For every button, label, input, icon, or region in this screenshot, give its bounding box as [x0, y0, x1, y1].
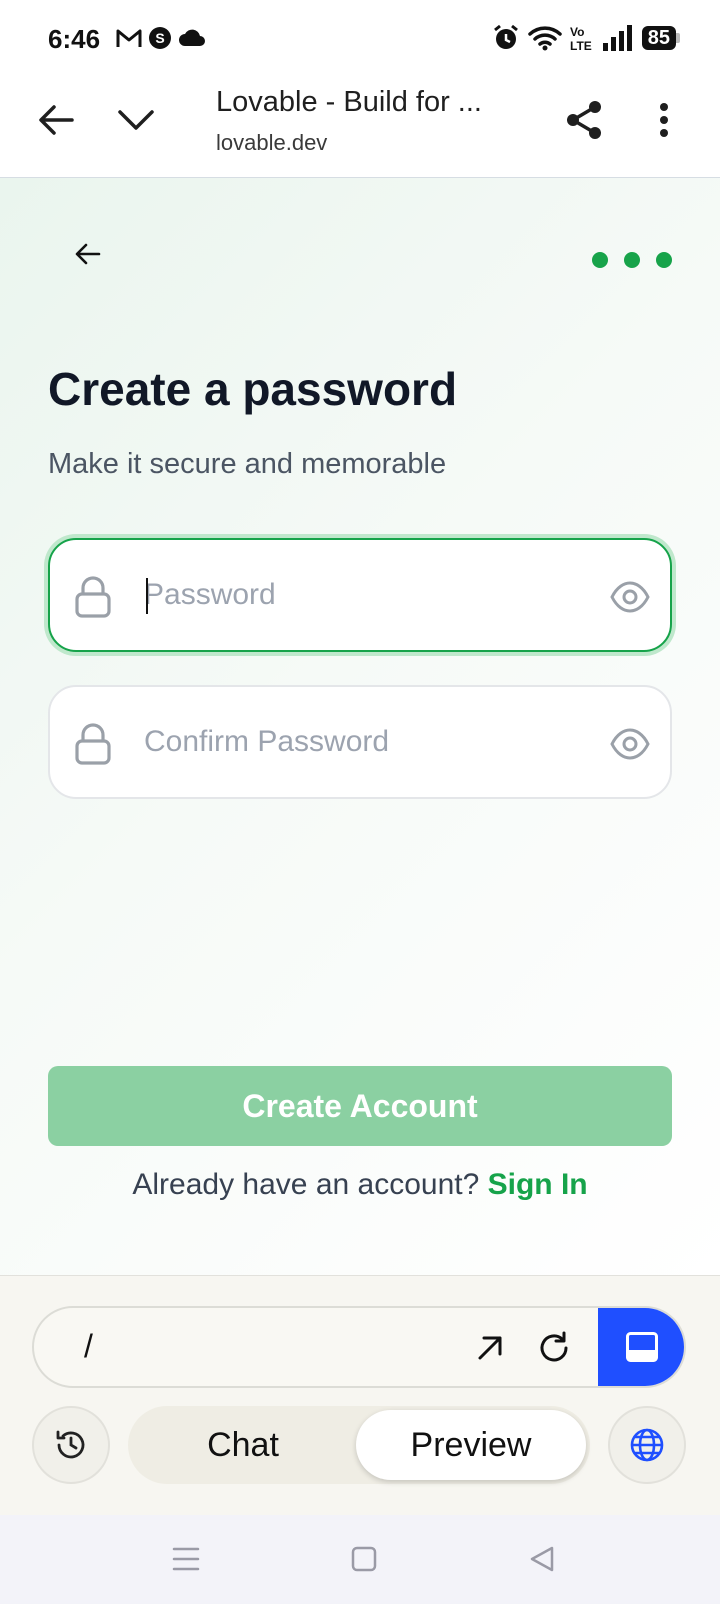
password-field[interactable] [48, 538, 672, 652]
more-options-button[interactable] [634, 90, 694, 150]
signal-icon [602, 25, 632, 51]
tab-preview[interactable]: Preview [356, 1410, 586, 1480]
route-bar[interactable]: / [32, 1306, 686, 1388]
text-cursor [146, 578, 148, 614]
route-path[interactable]: / [84, 1328, 93, 1365]
history-icon [56, 1430, 85, 1459]
arrow-left-icon [75, 243, 101, 265]
lock-icon [75, 576, 111, 618]
page-url[interactable]: lovable.dev [216, 130, 327, 156]
form-subheading: Make it secure and memorable [48, 448, 447, 480]
app-bottom-bar: / Chat Preview [0, 1275, 720, 1515]
menu-icon [172, 1547, 200, 1571]
chevron-down-icon [118, 110, 154, 130]
notification-icons: S [116, 26, 206, 50]
progress-dot [656, 252, 672, 268]
system-icons: Vo LTE 85 [492, 24, 680, 52]
chat-preview-toggle: Chat Preview [128, 1406, 590, 1484]
open-external-icon[interactable] [470, 1328, 510, 1368]
eye-icon[interactable] [610, 725, 650, 763]
page-back-button[interactable] [68, 234, 108, 274]
signup-password-page: Create a password Make it secure and mem… [0, 178, 720, 1275]
confirm-password-input[interactable] [144, 687, 584, 797]
browser-back-button[interactable] [26, 90, 86, 150]
tab-chat[interactable]: Chat [128, 1406, 358, 1484]
password-input[interactable] [144, 540, 584, 650]
home-button[interactable] [342, 1537, 386, 1581]
globe-icon [630, 1428, 664, 1462]
page-title: Lovable - Build for ... [216, 86, 482, 118]
battery-icon: 85 [641, 26, 680, 50]
system-nav-bar [0, 1515, 720, 1604]
svg-text:LTE: LTE [570, 39, 592, 52]
wifi-icon [528, 26, 562, 51]
alarm-icon [493, 24, 518, 49]
progress-dot [592, 252, 608, 268]
cloud-icon [179, 29, 205, 46]
s-app-icon: S [149, 27, 171, 49]
triangle-back-icon [530, 1546, 554, 1572]
panel-layout-icon [626, 1332, 658, 1362]
browser-toolbar: Lovable - Build for ... lovable.dev [0, 80, 720, 178]
svg-text:S: S [155, 30, 164, 46]
volte-icon: VoLTE [570, 25, 592, 52]
confirm-password-field[interactable] [48, 685, 672, 799]
signin-row: Already have an account? Sign In [0, 1168, 720, 1202]
publish-button[interactable] [608, 1406, 686, 1484]
gmail-icon [116, 29, 142, 47]
square-icon [351, 1546, 377, 1572]
collapse-button[interactable] [106, 90, 166, 150]
form-heading: Create a password [48, 363, 458, 415]
lock-icon [75, 723, 111, 765]
more-vertical-icon [660, 103, 668, 137]
create-account-button[interactable]: Create Account [48, 1066, 672, 1146]
eye-icon[interactable] [610, 578, 650, 616]
signin-link[interactable]: Sign In [488, 1168, 588, 1201]
progress-dots [592, 252, 672, 268]
status-time: 6:46 [48, 24, 101, 54]
share-icon [567, 101, 601, 139]
arrow-left-icon [39, 105, 74, 135]
reload-icon[interactable] [534, 1328, 574, 1368]
view-mode-button[interactable] [598, 1308, 684, 1386]
history-button[interactable] [32, 1406, 110, 1484]
battery-level: 85 [641, 26, 676, 50]
share-button[interactable] [554, 90, 614, 150]
system-back-button[interactable] [520, 1537, 564, 1581]
progress-dot [624, 252, 640, 268]
status-bar: 6:46 S Vo LTE 85 [0, 0, 720, 80]
svg-text:Vo: Vo [570, 25, 584, 39]
recent-apps-button[interactable] [164, 1537, 208, 1581]
signin-prompt: Already have an account? [132, 1168, 480, 1201]
